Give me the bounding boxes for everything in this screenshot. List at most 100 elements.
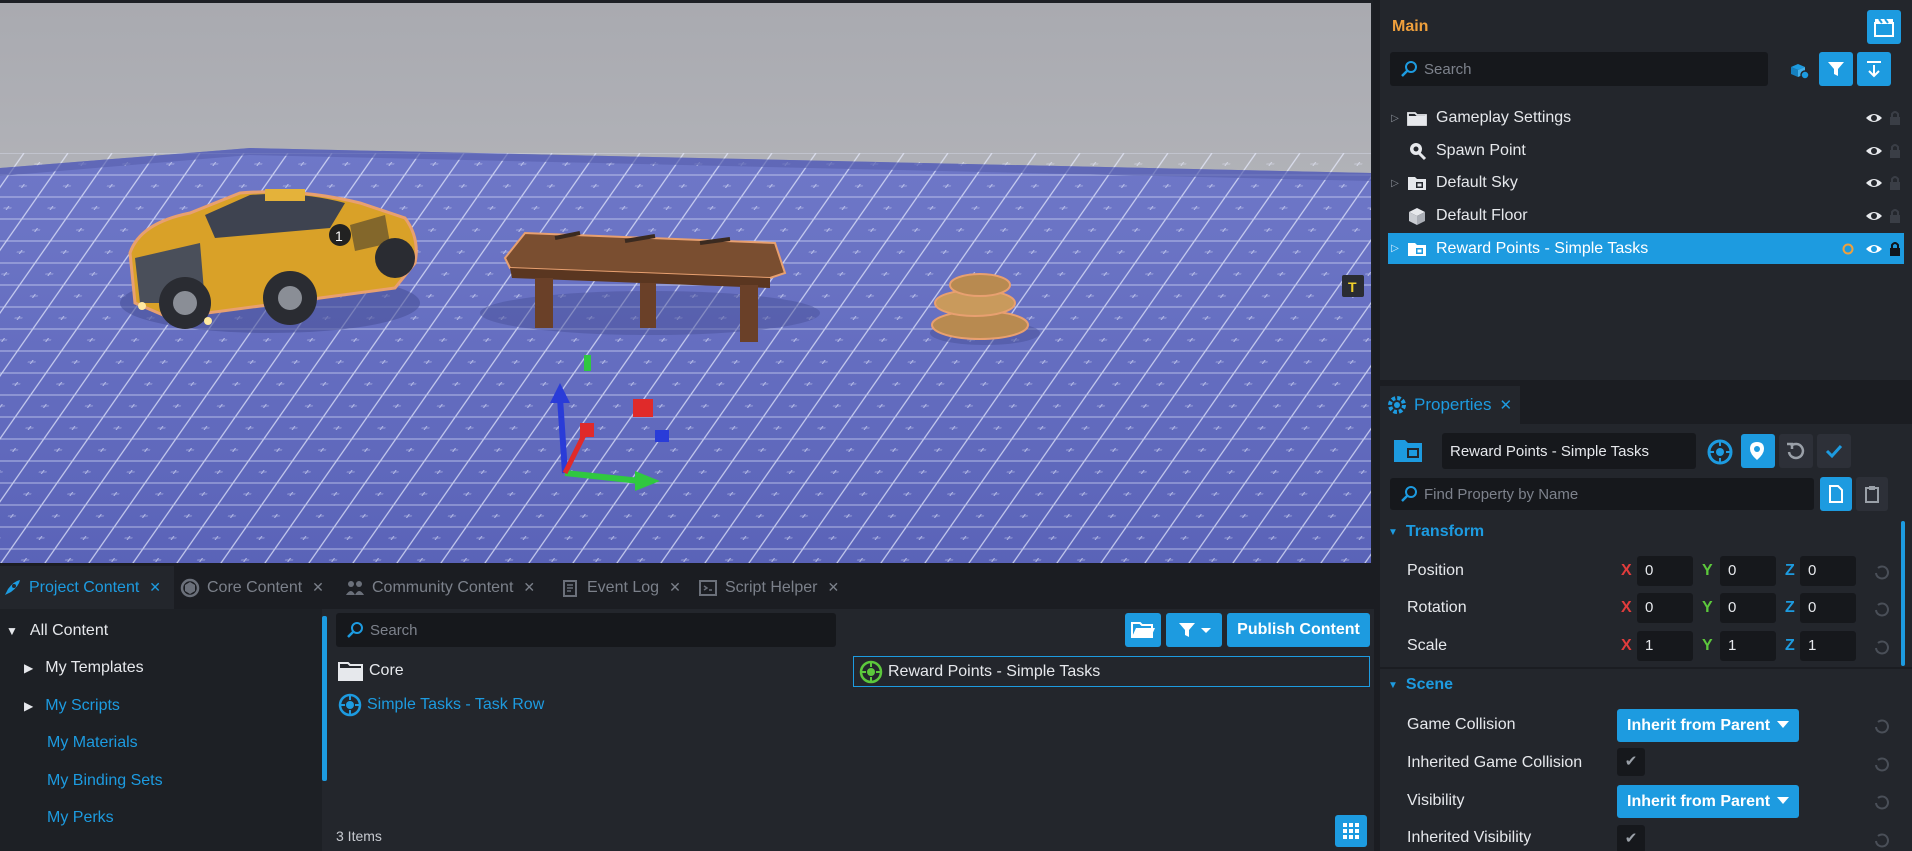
tree-item-my-scripts[interactable]: ▶ My Scripts xyxy=(24,697,120,715)
properties-scrollbar[interactable] xyxy=(1901,521,1905,666)
tree-item-my-materials[interactable]: My Materials xyxy=(47,734,138,752)
hierarchy-item-default-floor[interactable]: Default Floor xyxy=(1388,201,1904,231)
eye-icon[interactable] xyxy=(1865,144,1883,158)
tab-script-helper[interactable]: Script Helper ✕ xyxy=(698,566,853,609)
svg-text:1: 1 xyxy=(335,228,343,244)
search-icon xyxy=(1401,61,1417,77)
template-network-icon xyxy=(859,660,883,683)
lock-icon[interactable] xyxy=(1888,143,1902,159)
rotation-y-input[interactable]: 0 xyxy=(1720,593,1776,623)
tree-item-my-binding-sets[interactable]: My Binding Sets xyxy=(47,772,163,790)
rotation-label: Rotation xyxy=(1407,599,1467,616)
close-icon[interactable]: ✕ xyxy=(312,579,324,596)
hierarchy-item-label: Gameplay Settings xyxy=(1436,109,1572,126)
folder-tree-scrollbar[interactable] xyxy=(322,616,327,781)
content-item-simple-tasks-task-row[interactable]: Simple Tasks - Task Row xyxy=(337,692,544,718)
reset-icon[interactable] xyxy=(1874,832,1890,848)
content-filter-button[interactable] xyxy=(1166,613,1222,647)
hierarchy-item-gameplay-settings[interactable]: ▷ Gameplay Settings xyxy=(1388,103,1904,133)
tab-event-log[interactable]: Event Log ✕ xyxy=(560,566,690,609)
expand-arrow-icon[interactable]: ▷ xyxy=(1388,178,1402,189)
tree-item-all-content[interactable]: ▼ All Content xyxy=(6,622,108,640)
position-x-input[interactable]: 0 xyxy=(1637,556,1693,586)
position-y-input[interactable]: 0 xyxy=(1720,556,1776,586)
grid-view-button[interactable] xyxy=(1335,815,1367,847)
scene-section-header[interactable]: ▼ Scene xyxy=(1388,676,1453,694)
hierarchy-item-label: Default Sky xyxy=(1436,174,1518,191)
scale-y-input[interactable]: 1 xyxy=(1720,631,1776,661)
copy-button[interactable] xyxy=(1820,477,1852,511)
close-icon[interactable]: ✕ xyxy=(523,579,535,596)
undo-icon xyxy=(1787,442,1805,460)
tab-community-content[interactable]: Community Content ✕ xyxy=(345,566,550,609)
collapse-all-button[interactable] xyxy=(1857,52,1891,86)
close-icon[interactable]: ✕ xyxy=(827,579,839,596)
hierarchy-item-spawn-point[interactable]: Spawn Point xyxy=(1388,136,1904,166)
tab-label: Project Content xyxy=(29,578,140,596)
clipboard-icon xyxy=(1865,486,1879,503)
eye-icon[interactable] xyxy=(1865,176,1883,190)
tab-project-content[interactable]: Project Content ✕ xyxy=(0,566,174,609)
content-item-reward-points[interactable]: Reward Points - Simple Tasks xyxy=(853,656,1370,687)
cubes-icon xyxy=(1791,64,1810,80)
hierarchy-item-default-sky[interactable]: ▷ Default Sky xyxy=(1388,168,1904,198)
expand-arrow-icon[interactable]: ▷ xyxy=(1388,243,1402,254)
rotation-z-input[interactable]: 0 xyxy=(1800,593,1856,623)
modified-dot-icon xyxy=(1842,243,1854,254)
clapboard-button[interactable] xyxy=(1867,10,1901,44)
open-folder-button[interactable] xyxy=(1125,613,1161,647)
hierarchy-item-label: Reward Points - Simple Tasks xyxy=(1436,239,1649,257)
tree-item-my-templates[interactable]: ▶ My Templates xyxy=(24,659,144,677)
object-name-field[interactable]: Reward Points - Simple Tasks xyxy=(1442,433,1696,469)
transform-header: Transform xyxy=(1405,523,1485,540)
content-item-core[interactable]: Core xyxy=(337,659,404,683)
location-pin-icon xyxy=(1750,442,1764,460)
hierarchy-filter-button[interactable] xyxy=(1819,52,1853,86)
scale-z-input[interactable]: 1 xyxy=(1800,631,1856,661)
close-icon[interactable]: ✕ xyxy=(149,579,161,596)
eye-icon[interactable] xyxy=(1865,111,1883,125)
reset-icon[interactable] xyxy=(1874,718,1890,734)
eye-icon[interactable] xyxy=(1865,242,1883,256)
expand-arrow-icon[interactable]: ▷ xyxy=(1388,113,1402,124)
lock-icon[interactable] xyxy=(1888,241,1902,257)
object-pin-button[interactable] xyxy=(1741,434,1775,468)
object-filter-button[interactable] xyxy=(1784,55,1814,85)
content-browser-panel: Project Content ✕ Core Content ✕ Communi… xyxy=(0,566,1374,851)
apply-button[interactable] xyxy=(1817,434,1851,468)
content-search-input[interactable]: Search xyxy=(336,613,836,647)
reset-icon[interactable] xyxy=(1874,601,1890,617)
lock-icon[interactable] xyxy=(1888,175,1902,191)
scene-viewport[interactable]: 1 T xyxy=(0,0,1373,563)
scale-x-input[interactable]: 1 xyxy=(1637,631,1693,661)
game-collision-dropdown[interactable]: Inherit from Parent xyxy=(1617,709,1799,742)
rotation-x-input[interactable]: 0 xyxy=(1637,593,1693,623)
tab-core-content[interactable]: Core Content ✕ xyxy=(180,566,335,609)
eye-icon[interactable] xyxy=(1865,209,1883,223)
publish-content-button[interactable]: Publish Content xyxy=(1227,613,1370,647)
tab-properties[interactable]: Properties ✕ xyxy=(1380,386,1520,424)
tab-label: Core Content xyxy=(207,578,303,596)
visibility-dropdown[interactable]: Inherit from Parent xyxy=(1617,785,1799,818)
lock-icon[interactable] xyxy=(1888,110,1902,126)
axis-z-label: Z xyxy=(1785,599,1795,616)
close-icon[interactable]: ✕ xyxy=(669,579,681,596)
lock-icon[interactable] xyxy=(1888,208,1902,224)
close-icon[interactable]: ✕ xyxy=(1499,396,1512,414)
transform-section-header[interactable]: ▼ Transform xyxy=(1388,523,1484,541)
position-z-input[interactable]: 0 xyxy=(1800,556,1856,586)
hierarchy-item-reward-points[interactable]: ▷ Reward Points - Simple Tasks xyxy=(1388,233,1904,264)
reset-icon[interactable] xyxy=(1874,756,1890,772)
object-name-value: Reward Points - Simple Tasks xyxy=(1450,442,1649,460)
reset-icon[interactable] xyxy=(1874,564,1890,580)
template-network-icon[interactable] xyxy=(1706,438,1734,466)
paste-button[interactable] xyxy=(1856,477,1888,511)
position-label: Position xyxy=(1407,562,1464,579)
reset-icon[interactable] xyxy=(1874,639,1890,655)
reset-icon[interactable] xyxy=(1874,794,1890,810)
tree-item-my-perks[interactable]: My Perks xyxy=(47,809,114,827)
revert-button[interactable] xyxy=(1779,434,1813,468)
hierarchy-search-input[interactable]: Search xyxy=(1390,52,1768,86)
find-property-input[interactable]: Find Property by Name xyxy=(1390,478,1814,510)
svg-text:T: T xyxy=(1348,279,1357,295)
